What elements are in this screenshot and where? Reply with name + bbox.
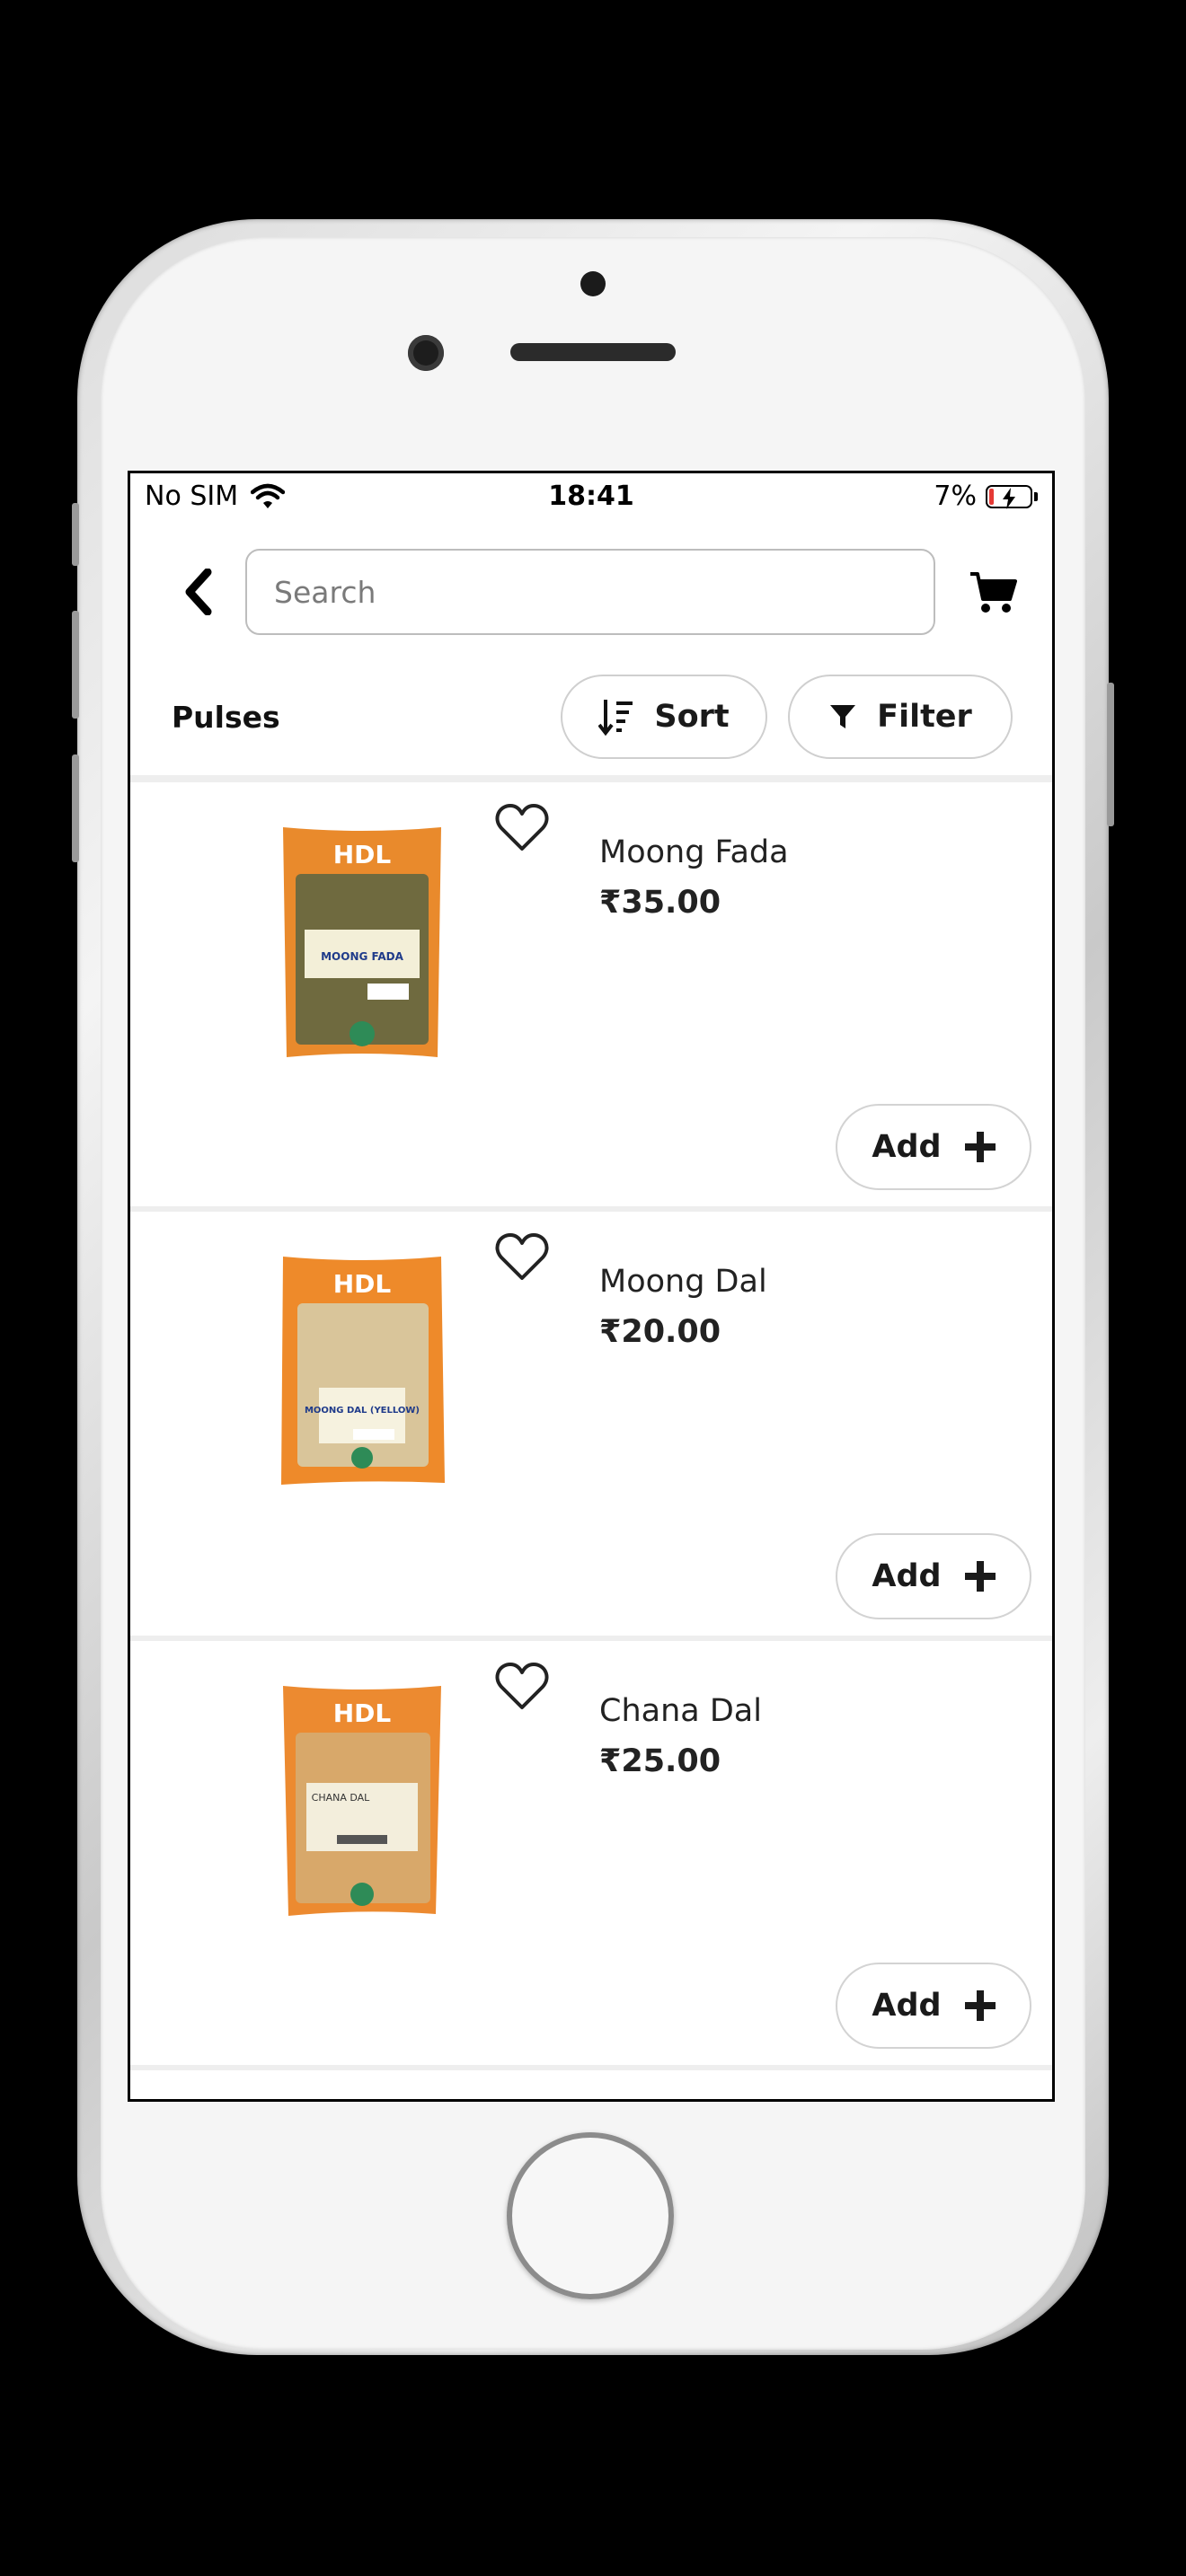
product-image: HDL CHANA DAL — [283, 1686, 441, 1916]
add-label: Add — [872, 1988, 942, 2024]
product-image: HDL MOONG DAL (YELLOW) — [281, 1257, 445, 1485]
battery-charging-icon — [986, 484, 1032, 509]
earpiece-speaker — [510, 343, 676, 361]
plus-icon — [964, 1990, 996, 2021]
battery-cap — [1034, 491, 1038, 501]
pack-brand: HDL — [333, 840, 392, 869]
app-screen: No SIM 18:41 7% Search Pulses Sort Filte… — [128, 471, 1055, 2102]
plus-icon — [964, 1132, 996, 1162]
product-image: HDL MOONG FADA — [283, 827, 441, 1057]
product-price: ₹25.00 — [599, 1743, 721, 1779]
add-label: Add — [872, 1558, 942, 1594]
category-title: Pulses — [172, 700, 280, 735]
battery-percent: 7% — [934, 481, 977, 512]
heart-icon[interactable] — [494, 1661, 550, 1713]
product-price: ₹20.00 — [599, 1314, 721, 1350]
pack-brand: HDL — [333, 1269, 392, 1299]
add-to-cart-button[interactable]: Add — [836, 1963, 1031, 2049]
category-toolbar: Pulses Sort Filter — [130, 673, 1052, 763]
pack-label: MOONG DAL (YELLOW) — [305, 1406, 420, 1416]
home-button[interactable] — [507, 2132, 674, 2299]
sort-label: Sort — [654, 699, 730, 735]
filter-label: Filter — [877, 699, 972, 735]
mute-switch — [72, 503, 79, 566]
product-name: Moong Fada — [599, 834, 789, 870]
heart-icon[interactable] — [494, 802, 550, 854]
product-name: Chana Dal — [599, 1693, 762, 1729]
status-time: 18:41 — [548, 481, 634, 512]
sort-button[interactable]: Sort — [561, 675, 767, 759]
front-camera — [408, 335, 444, 371]
plus-icon — [964, 1561, 996, 1592]
volume-up-button — [72, 611, 79, 719]
add-label: Add — [872, 1129, 942, 1165]
pack-label: CHANA DAL — [312, 1792, 371, 1804]
back-button[interactable] — [172, 565, 226, 619]
product-price: ₹35.00 — [599, 885, 721, 921]
pack-brand: HDL — [333, 1698, 392, 1728]
proximity-sensor — [580, 271, 606, 296]
top-bar — [130, 547, 1052, 637]
divider — [130, 775, 1052, 782]
sort-icon — [598, 700, 633, 736]
status-right: 7% — [934, 481, 1038, 512]
volume-down-button — [72, 754, 79, 862]
chevron-left-icon — [185, 569, 212, 615]
add-to-cart-button[interactable]: Add — [836, 1533, 1031, 1619]
cart-icon — [970, 572, 1017, 613]
add-to-cart-button[interactable]: Add — [836, 1104, 1031, 1190]
heart-icon[interactable] — [494, 1231, 550, 1284]
pack-label: MOONG FADA — [321, 950, 403, 963]
product-name: Moong Dal — [599, 1264, 767, 1300]
status-bar: No SIM 18:41 7% — [130, 473, 1052, 524]
filter-button[interactable]: Filter — [788, 675, 1013, 759]
product-card[interactable]: HDL MOONG DAL (YELLOW) Moong Dal ₹20.00 … — [130, 1212, 1052, 1641]
product-card[interactable]: HDL MOONG FADA Moong Fada ₹35.00 Add — [130, 782, 1052, 1212]
cart-button[interactable] — [966, 567, 1020, 617]
product-card[interactable]: HDL CHANA DAL Chana Dal ₹25.00 Add — [130, 1641, 1052, 2070]
search-input[interactable] — [245, 549, 935, 635]
power-button — [1107, 683, 1114, 826]
funnel-icon — [830, 705, 856, 728]
